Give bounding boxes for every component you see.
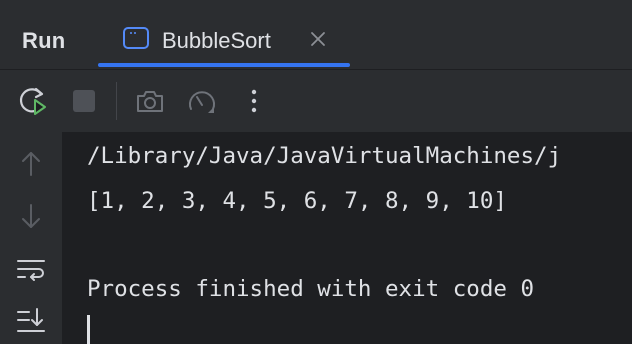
tab-label: BubbleSort [162, 28, 271, 53]
console-line: [1, 2, 3, 4, 5, 6, 7, 8, 9, 10] [87, 188, 507, 214]
text-caret [87, 315, 90, 344]
run-tool-window: Run BubbleSort /Library/Java/JavaVirtual… [0, 0, 632, 344]
console-line: Process finished with exit code 0 [87, 276, 535, 302]
arrow-up-icon[interactable] [15, 148, 47, 180]
console-line: /Library/Java/JavaVirtualMachines/j [87, 143, 562, 169]
stop-icon[interactable] [68, 85, 100, 117]
soft-wrap-icon[interactable] [15, 253, 47, 285]
toolbar-separator [116, 82, 117, 120]
window-icon [123, 27, 149, 49]
close-icon[interactable] [308, 29, 328, 49]
run-toolbar [0, 70, 632, 132]
run-header: Run BubbleSort [0, 3, 632, 69]
run-panel-title: Run [22, 28, 66, 53]
rerun-icon[interactable] [17, 85, 49, 117]
scroll-to-end-icon[interactable] [15, 304, 47, 336]
console-output[interactable]: /Library/Java/JavaVirtualMachines/j [1, … [62, 132, 632, 344]
tab-bubblesort[interactable]: BubbleSort [98, 3, 350, 69]
console-side-toolbar [0, 132, 62, 344]
active-tab-indicator [98, 63, 350, 67]
gauge-icon[interactable] [186, 85, 218, 117]
camera-icon[interactable] [134, 85, 166, 117]
arrow-down-icon[interactable] [15, 200, 47, 232]
more-vertical-icon[interactable] [238, 85, 270, 117]
